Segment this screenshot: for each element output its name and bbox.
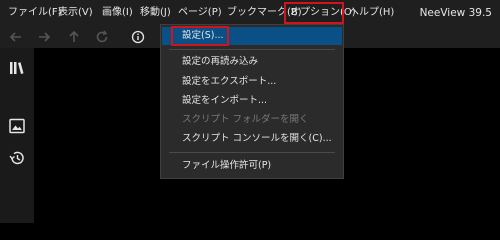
menu-item-file-operation-permission[interactable]: ファイル操作許可(P) (162, 157, 342, 175)
options-dropdown-menu: 設定(S)... 設定の再読み込み 設定をエクスポート... 設定をインポート.… (160, 24, 344, 179)
menu-move[interactable]: 移動(J) (140, 4, 171, 22)
menu-file[interactable]: ファイル(F) (8, 4, 62, 22)
menu-bar: ファイル(F) 表示(V) 画像(I) 移動(J) ページ(P) ブックマーク(… (0, 0, 500, 26)
menu-page[interactable]: ページ(P) (178, 4, 222, 22)
menu-separator (169, 152, 335, 153)
menu-item-export-settings[interactable]: 設定をエクスポート... (162, 73, 342, 91)
menu-image[interactable]: 画像(I) (102, 4, 133, 22)
menu-item-reload-settings[interactable]: 設定の再読み込み (162, 53, 342, 71)
sidebar (0, 48, 34, 223)
up-arrow-icon[interactable] (64, 27, 84, 47)
refresh-icon[interactable] (92, 27, 112, 47)
info-icon[interactable] (128, 27, 148, 47)
menu-item-open-script-console[interactable]: スクリプト コンソールを開く(C)... (162, 130, 342, 148)
menu-item-import-settings[interactable]: 設定をインポート... (162, 92, 342, 110)
menu-view[interactable]: 表示(V) (58, 4, 93, 22)
menu-separator (169, 49, 335, 50)
app-title: NeeView 39.5 (419, 7, 492, 19)
forward-arrow-icon[interactable] (34, 27, 54, 47)
history-icon[interactable] (7, 148, 27, 168)
bookshelf-icon[interactable] (7, 58, 27, 78)
menu-item-open-script-folder: スクリプト フォルダーを開く (182, 114, 309, 125)
image-icon[interactable] (7, 116, 27, 136)
back-arrow-icon[interactable] (6, 27, 26, 47)
options-menu-highlight-box (284, 2, 344, 24)
menu-help[interactable]: ヘルプ(H) (349, 4, 394, 22)
settings-item-highlight-box (171, 26, 229, 46)
